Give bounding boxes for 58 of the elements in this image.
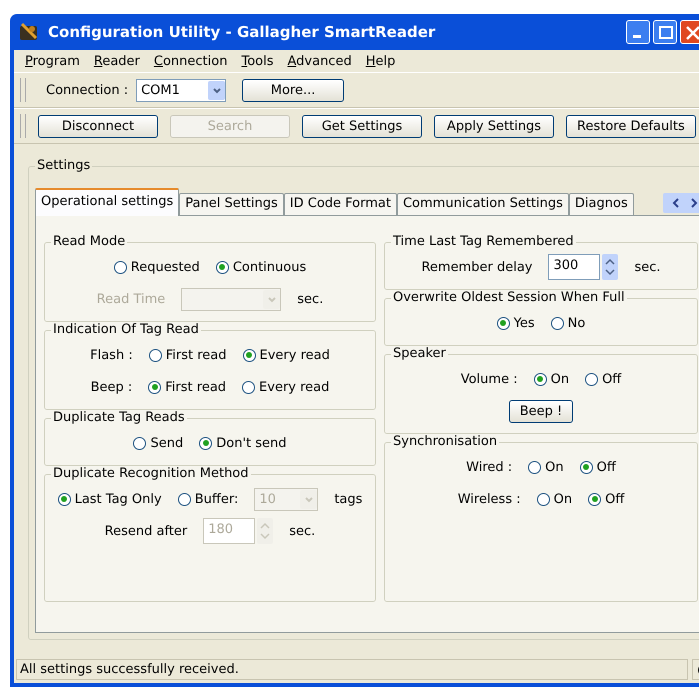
connection-label: Connection : [46,82,128,98]
menu-item[interactable]: Program [18,54,87,68]
toolbar-button[interactable]: Restore Defaults [566,114,696,138]
radio-button[interactable]: On [528,460,564,474]
radio-button[interactable]: First read [148,348,226,362]
group-title: Synchronisation [391,434,500,449]
field-label: Beep : [90,380,132,394]
radio-button[interactable]: Every read [242,348,330,362]
menu-item[interactable]: Advanced [280,54,359,68]
menu-item[interactable]: Help [358,54,402,68]
radio-button[interactable]: Don't send [199,436,287,450]
field-label: sec. [297,292,324,306]
toolbar-button[interactable]: Get Settings [302,114,422,138]
window-title: Configuration Utility - Gallagher SmartReader [48,23,436,41]
menu-item[interactable]: Tools [234,54,280,68]
field-label: tags [334,492,362,506]
group-title: Time Last Tag Remembered [391,234,576,249]
group-title: Duplicate Recognition Method [51,466,251,481]
field-label: Remember delay [421,260,532,274]
radio-button[interactable]: First read [148,380,226,394]
group-title: Duplicate Tag Reads [51,410,187,425]
field-label: Resend after [104,524,188,538]
radio-button[interactable]: Send [133,436,184,450]
field-label: sec. [289,524,316,538]
tab[interactable]: Diagnos [568,193,634,215]
toolbar-button[interactable]: Apply Settings [434,114,554,138]
radio-button[interactable]: Last Tag Only [58,492,162,506]
radio-button[interactable]: Off [588,492,624,506]
field-label: Flash : [90,348,133,362]
field-label: sec. [634,260,661,274]
more-button[interactable]: More... [242,78,344,102]
tab[interactable]: Communication Settings [396,193,569,215]
radio-button[interactable]: No [550,316,586,330]
tab[interactable]: Operational settings [35,188,180,216]
connection-dropdown[interactable]: COM1 [136,78,226,102]
tab[interactable]: Panel Settings [179,193,284,215]
field-label: Read Time [96,292,166,306]
radio-button[interactable]: Off [580,460,616,474]
beep-button[interactable]: Beep ! [508,400,574,422]
menu-item[interactable]: Reader [86,54,147,68]
menu-item[interactable]: Connection [146,54,234,68]
radio-button[interactable]: Off [585,372,622,386]
status-message: All settings successfully received. [16,659,688,680]
toolbar-button[interactable]: Disconnect [38,114,158,138]
field-label: Wireless : [458,492,521,506]
radio-button[interactable]: On [536,492,572,506]
radio-button[interactable]: Continuous [216,260,306,274]
group-title: Indication Of Tag Read [51,322,201,337]
group-title: Speaker [391,346,448,361]
radio-button[interactable]: On [534,372,570,386]
radio-button[interactable]: Every read [242,380,330,394]
field-label: Volume : [460,372,518,386]
field-label: Wired : [466,460,512,474]
radio-button[interactable]: Yes [496,316,535,330]
radio-button[interactable]: Buffer: [178,492,238,506]
tab[interactable]: ID Code Format [284,193,397,215]
group-title: Settings [35,158,92,173]
radio-button[interactable]: Requested [114,260,200,274]
